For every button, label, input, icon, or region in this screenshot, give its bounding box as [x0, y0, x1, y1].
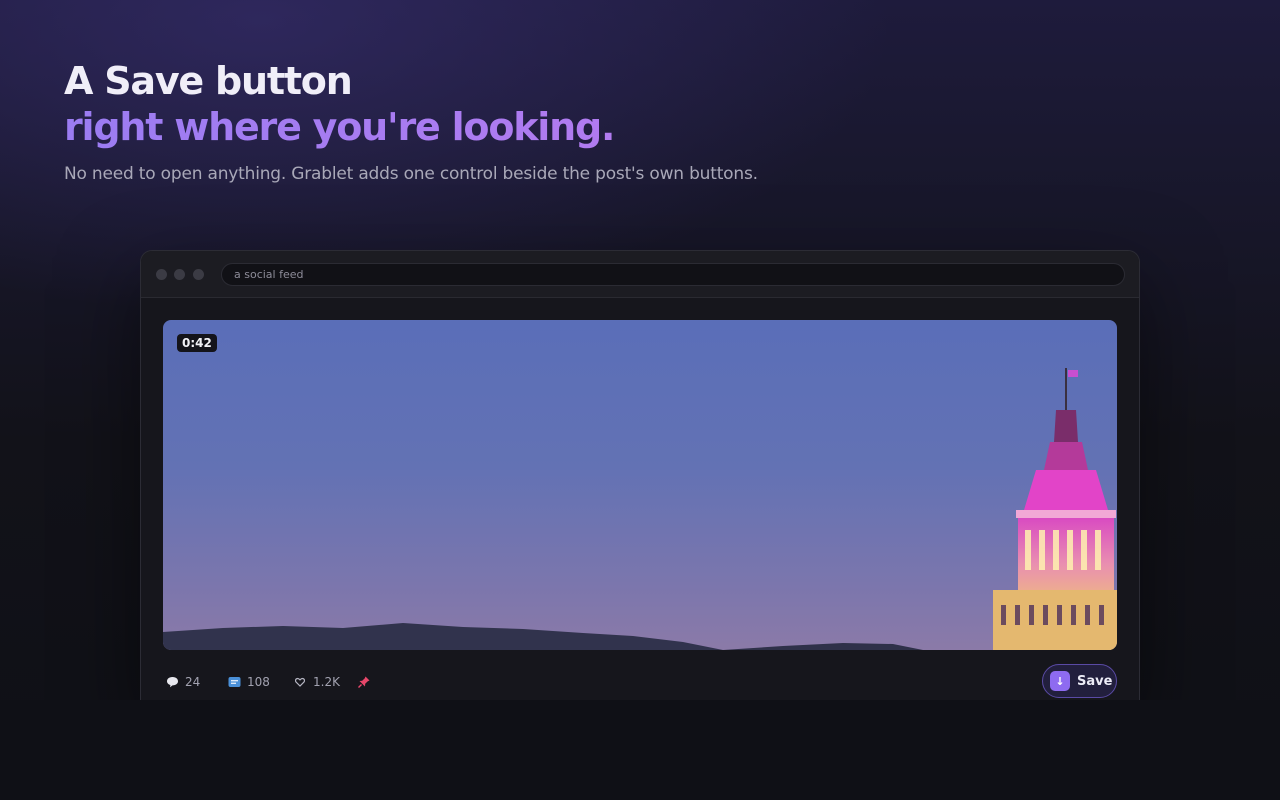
- comments-count: 24: [185, 675, 201, 689]
- skyscraper-image: [163, 320, 1117, 650]
- window-minimize-dot[interactable]: [174, 269, 185, 280]
- hero: A Save button right where you're looking…: [64, 58, 1064, 184]
- likes-stat[interactable]: 1.2K: [293, 673, 340, 691]
- speech-bubble-icon: [165, 675, 179, 689]
- page-bottom: [0, 700, 1280, 800]
- post-actions: 24 108 1.2K ↓ Save: [163, 663, 1117, 699]
- browser-window: a social feed 0:42 24 108 1.2K ↓ Save: [140, 250, 1140, 710]
- hero-title-highlight: right where you're looking.: [64, 104, 1064, 150]
- shares-count: 108: [247, 675, 270, 689]
- pin-button[interactable]: [357, 673, 371, 691]
- save-button-label: Save: [1077, 673, 1113, 689]
- address-bar[interactable]: a social feed: [221, 263, 1125, 286]
- chat-card-icon: [227, 675, 241, 689]
- save-button[interactable]: ↓ Save: [1042, 664, 1117, 698]
- window-close-dot[interactable]: [156, 269, 167, 280]
- hero-title: A Save button: [64, 59, 353, 103]
- heart-icon: [293, 675, 307, 689]
- post-media[interactable]: 0:42: [163, 320, 1117, 650]
- comments-stat[interactable]: 24: [165, 673, 200, 691]
- window-maximize-dot[interactable]: [193, 269, 204, 280]
- video-duration-badge: 0:42: [177, 334, 217, 352]
- hero-subtitle: No need to open anything. Grablet adds o…: [64, 164, 758, 184]
- shares-stat[interactable]: 108: [227, 673, 270, 691]
- likes-count: 1.2K: [313, 675, 340, 689]
- browser-titlebar: a social feed: [141, 251, 1139, 298]
- download-arrow-icon: ↓: [1050, 671, 1070, 691]
- pushpin-icon: [357, 675, 371, 689]
